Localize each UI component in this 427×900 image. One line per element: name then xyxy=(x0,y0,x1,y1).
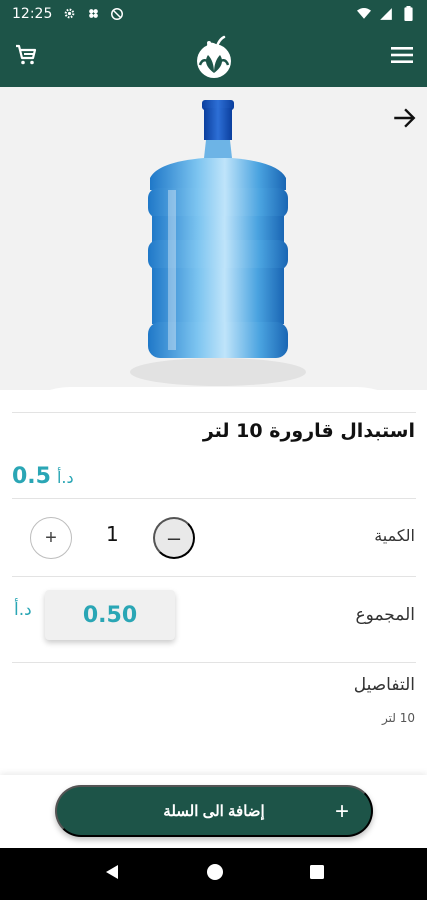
plus-icon: + xyxy=(334,798,349,825)
product-screen: 12:25 استبدال قارورة 10 لتر 0.5 د.أ + 1 … xyxy=(0,0,427,900)
status-right xyxy=(357,6,415,21)
total-currency: د.أ xyxy=(14,600,32,620)
quantity-value: 1 xyxy=(106,522,119,546)
app-logo xyxy=(190,33,238,81)
divider xyxy=(12,662,416,663)
divider xyxy=(12,412,416,413)
bottom-action-bar: إضافة الى السلة + xyxy=(0,775,427,848)
water-bottle-image xyxy=(128,100,308,390)
total-label: المجموع xyxy=(355,605,415,625)
add-to-cart-label: إضافة الى السلة xyxy=(163,803,265,820)
divider xyxy=(12,498,416,499)
app-bar xyxy=(0,27,427,87)
notification-flower-icon xyxy=(86,7,100,21)
status-bar: 12:25 xyxy=(0,0,427,27)
settings-gear-icon xyxy=(62,7,76,21)
details-label: التفاصيل xyxy=(353,675,415,695)
wifi-icon xyxy=(357,7,371,21)
decrease-quantity-button[interactable]: – xyxy=(153,517,195,559)
product-title: استبدال قارورة 10 لتر xyxy=(202,420,415,442)
product-price: 0.5 د.أ xyxy=(12,464,74,489)
status-left: 12:25 xyxy=(12,6,124,22)
details-value: 10 لتر xyxy=(382,711,415,725)
battery-icon xyxy=(401,6,415,21)
quantity-label: الكمية xyxy=(374,526,415,545)
status-time: 12:25 xyxy=(12,5,53,22)
signal-icon xyxy=(379,7,393,21)
nav-recents-icon[interactable] xyxy=(309,864,325,884)
divider xyxy=(12,576,416,577)
add-to-cart-button[interactable]: إضافة الى السلة + xyxy=(55,785,373,837)
price-amount: 0.5 xyxy=(12,464,51,489)
back-arrow-icon[interactable] xyxy=(391,105,417,131)
cart-icon[interactable] xyxy=(14,43,38,71)
price-currency: د.أ xyxy=(56,468,74,487)
menu-icon[interactable] xyxy=(391,46,413,68)
total-value: 0.50 xyxy=(45,590,175,640)
product-details: استبدال قارورة 10 لتر 0.5 د.أ + 1 – الكم… xyxy=(0,390,427,775)
do-not-disturb-icon xyxy=(110,7,124,21)
system-nav-bar xyxy=(0,848,427,900)
nav-back-icon[interactable] xyxy=(103,863,121,885)
nav-home-icon[interactable] xyxy=(206,863,224,885)
increase-quantity-button[interactable]: + xyxy=(30,517,72,559)
